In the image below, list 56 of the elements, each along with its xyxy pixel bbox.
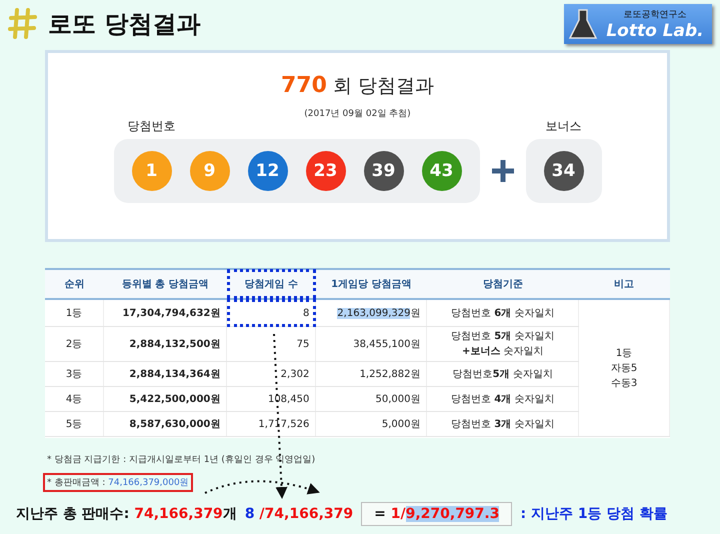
formula-text: 지난주 총 판매수: 74,166,379개: [16, 505, 237, 523]
column-header: 당첨게임 수: [226, 269, 316, 299]
flask-icon: [568, 8, 598, 40]
table-cell: 당첨번호 4개 숫자일치: [426, 386, 579, 412]
table-cell: 2,163,099,329원: [316, 299, 427, 326]
note-label: * 총판매금액 :: [47, 478, 106, 488]
table-cell: 4등: [45, 386, 104, 412]
logo-icon: [8, 7, 38, 41]
table-cell: 17,304,794,632원: [104, 299, 227, 326]
numbers-label: 당첨번호: [128, 118, 176, 135]
column-header: 당첨기준: [426, 269, 579, 299]
bonus-label: 보너스: [546, 118, 582, 135]
column-header: 순위: [45, 269, 104, 299]
note-value: 74,166,379,000원: [108, 478, 189, 488]
table-cell: 5,000원: [316, 412, 427, 436]
table-cell: 당첨번호 3개 숫자일치: [426, 412, 579, 436]
table-cell: 2,884,134,364원: [104, 362, 227, 386]
column-header: 1게임당 당첨금액: [316, 269, 427, 299]
formula-text: : 지난주 1등 당첨 확률: [520, 505, 668, 523]
table-cell: 1등: [45, 299, 104, 326]
number-ball: 23: [306, 151, 346, 191]
payment-note: * 당첨금 지급기한 : 지급개시일로부터 1년 (휴일인 경우 익영업일): [46, 454, 316, 467]
table-cell: 8: [226, 299, 316, 326]
formula-text: 8 /74,166,379: [244, 506, 354, 522]
result-box: = 1/9,270,797.3: [361, 502, 512, 526]
table-cell: 3등: [45, 362, 104, 386]
table-cell: 당첨번호 6개 숫자일치: [426, 299, 579, 326]
bonus-ball: 34: [544, 151, 584, 191]
column-header: 등위별 총 당첨금액: [104, 269, 227, 299]
table-cell: 38,455,100원: [316, 326, 427, 362]
draw-title: 770 회 당첨결과: [280, 73, 434, 99]
table-cell: 2,884,132,500원: [104, 326, 227, 362]
table-cell: 8,587,630,000원: [104, 412, 227, 436]
table-cell: 108,450: [226, 386, 316, 412]
table-cell: 75: [226, 326, 316, 362]
table-cell: 당첨번호5개 숫자일치: [426, 362, 579, 386]
logo-name: Lotto Lab.: [606, 20, 704, 40]
number-ball: 39: [364, 151, 404, 191]
table-cell: 1,252,882원: [316, 362, 427, 386]
table-cell: 5,422,500,000원: [104, 386, 227, 412]
logo-subtitle: 로또공학연구소: [624, 8, 686, 20]
plus-icon: [490, 158, 516, 184]
table-cell: 1등 자동5 수동3: [578, 299, 670, 436]
draw-date: (2017년 09월 02일 추첨): [304, 108, 411, 120]
table-cell: 2등: [45, 326, 104, 362]
table-cell: 50,000원: [316, 386, 427, 412]
table-cell: 5등: [45, 412, 104, 436]
number-ball: 43: [422, 151, 462, 191]
number-ball: 9: [190, 151, 230, 191]
number-ball: 12: [248, 151, 288, 191]
table-cell: 2,302: [226, 362, 316, 386]
number-ball: 1: [132, 151, 172, 191]
table-cell: 당첨번호 5개 숫자일치 +보너스 숫자일치: [426, 326, 579, 362]
table-cell: 1,717,526: [226, 412, 316, 436]
column-header: 비고: [578, 269, 670, 299]
page-title: 로또 당첨결과: [48, 9, 202, 40]
